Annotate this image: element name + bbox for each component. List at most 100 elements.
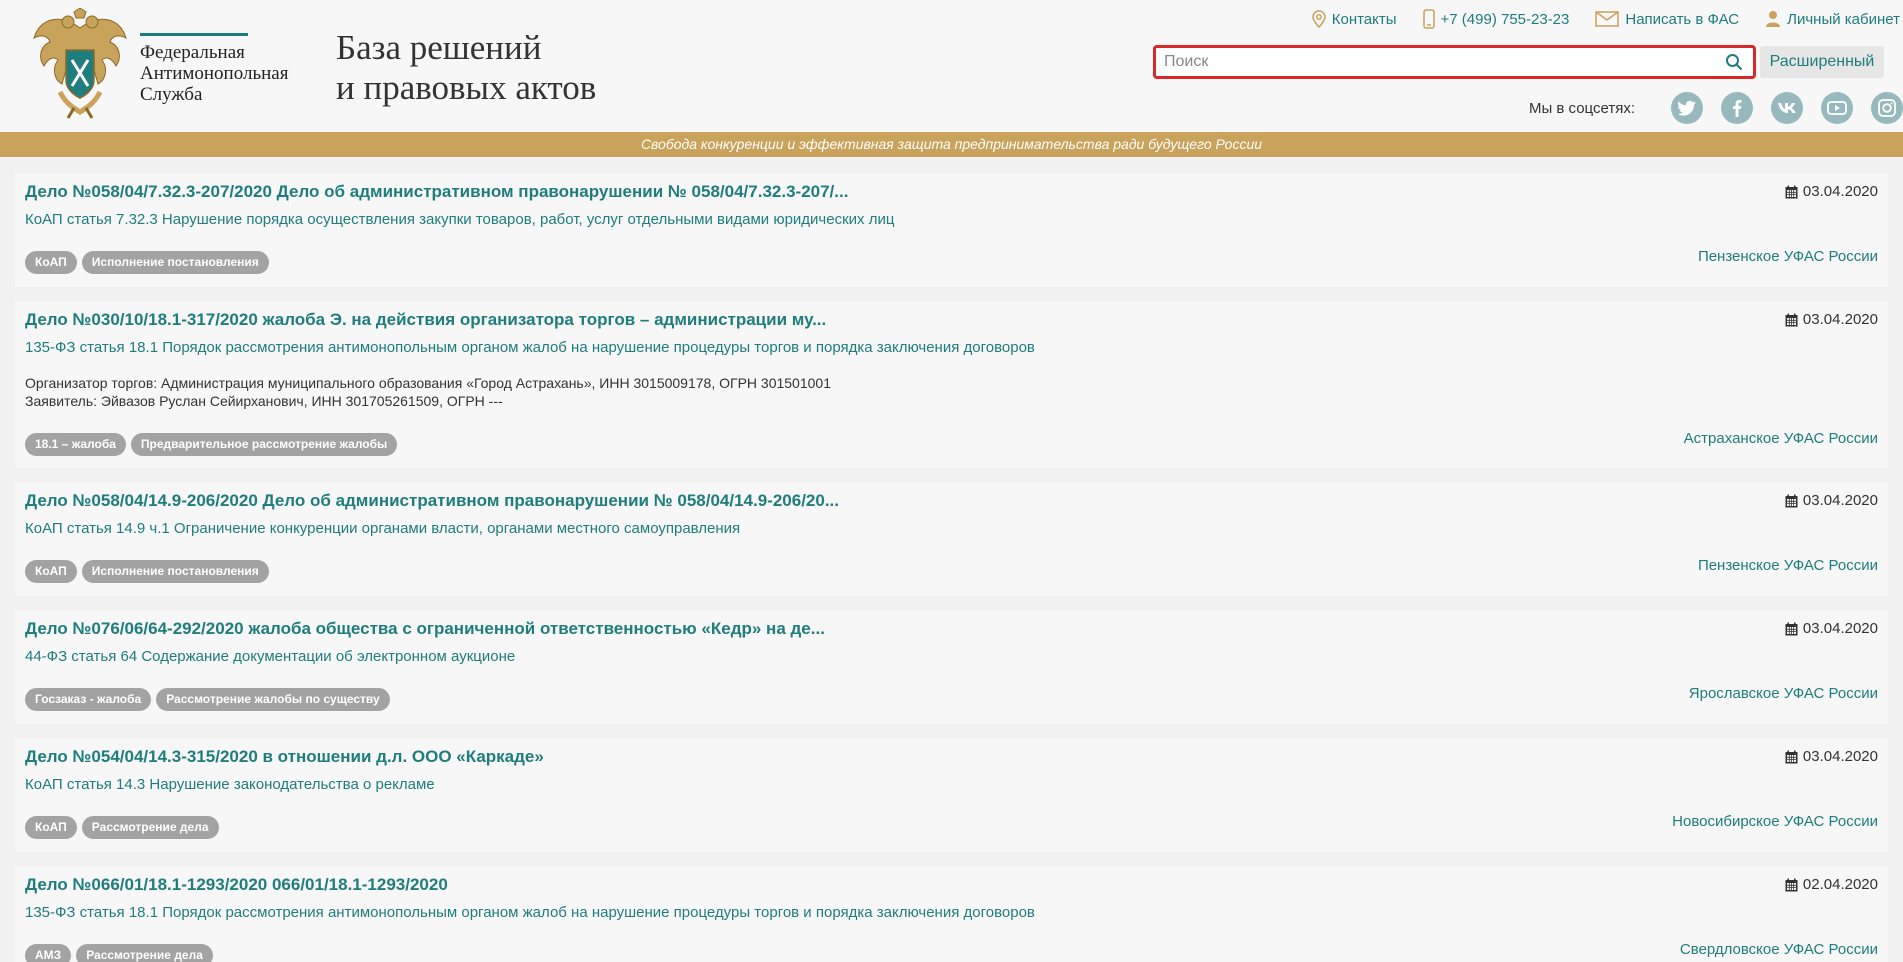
calendar-icon <box>1785 750 1798 764</box>
result-card: Дело №054/04/14.3-315/2020 в отношении д… <box>15 738 1888 852</box>
search-input[interactable] <box>1156 48 1716 76</box>
tag[interactable]: Рассмотрение дела <box>76 944 213 962</box>
tag[interactable]: Предварительное рассмотрение жалобы <box>130 433 398 456</box>
result-date: 03.04.2020 <box>1785 311 1878 328</box>
result-tags: КоАП Рассмотрение дела <box>25 816 224 839</box>
tag[interactable]: КоАП <box>25 560 77 583</box>
result-card: Дело №076/06/64-292/2020 жалоба общества… <box>15 610 1888 724</box>
result-region-link[interactable]: Пензенское УФАС России <box>1698 248 1878 265</box>
applicant-row: Заявитель: Эйвазов Руслан Сейирханович, … <box>25 392 831 410</box>
slogan-bar: Свобода конкуренции и эффективная защита… <box>0 132 1903 157</box>
result-details: Организатор торгов: Администрация муници… <box>25 374 831 410</box>
write-fas-link[interactable]: Написать в ФАС <box>1595 11 1739 28</box>
result-tags: 18.1 – жалоба Предварительное рассмотрен… <box>25 433 402 456</box>
twitter-icon[interactable] <box>1671 92 1703 124</box>
phone-link[interactable]: +7 (499) 755-23-23 <box>1422 9 1570 29</box>
result-region-link[interactable]: Пензенское УФАС России <box>1698 557 1878 574</box>
site-title-line: База решений <box>336 28 542 67</box>
contacts-label: Контакты <box>1331 10 1397 28</box>
result-subtitle-link[interactable]: КоАП статья 14.9 ч.1 Ограничение конкуре… <box>25 520 740 537</box>
search-icon[interactable] <box>1725 53 1743 76</box>
phone-label: +7 (499) 755-23-23 <box>1440 10 1570 28</box>
result-date-text: 02.04.2020 <box>1802 876 1878 893</box>
results-list: Дело №058/04/7.32.3-207/2020 Дело об адм… <box>15 173 1888 962</box>
applicant-value: Эйвазов Руслан Сейирханович, ИНН 3017052… <box>97 393 503 409</box>
result-subtitle-link[interactable]: 135-ФЗ статья 18.1 Порядок рассмотрения … <box>25 339 1035 356</box>
organizer-row: Организатор торгов: Администрация муници… <box>25 374 831 392</box>
tag[interactable]: Рассмотрение жалобы по существу <box>156 688 390 711</box>
location-pin-icon <box>1311 10 1326 28</box>
result-tags: КоАП Исполнение постановления <box>25 251 274 274</box>
calendar-icon <box>1785 494 1798 508</box>
result-tags: Госзаказ - жалоба Рассмотрение жалобы по… <box>25 688 395 711</box>
facebook-icon[interactable] <box>1721 92 1753 124</box>
social-label: Мы в соцсетях: <box>1528 99 1635 117</box>
personal-account-link[interactable]: Личный кабинет <box>1765 10 1900 28</box>
fas-emblem-logo[interactable] <box>30 8 130 120</box>
result-title-link[interactable]: Дело №076/06/64-292/2020 жалоба общества… <box>25 619 825 639</box>
social-links: Мы в соцсетях: <box>1529 92 1903 124</box>
result-date-text: 03.04.2020 <box>1802 311 1878 328</box>
tag[interactable]: КоАП <box>25 816 77 839</box>
youtube-icon[interactable] <box>1821 92 1853 124</box>
result-date-text: 03.04.2020 <box>1802 620 1878 637</box>
result-region-link[interactable]: Свердловское УФАС России <box>1680 941 1878 958</box>
organizer-value: Администрация муниципального образования… <box>157 375 831 391</box>
result-title-link[interactable]: Дело №058/04/7.32.3-207/2020 Дело об адм… <box>25 182 848 202</box>
applicant-label: Заявитель: <box>25 393 98 409</box>
site-title[interactable]: База решений и правовых актов <box>336 28 596 108</box>
vk-icon[interactable] <box>1771 92 1803 124</box>
org-name-line: Служба <box>140 84 203 105</box>
result-date-text: 03.04.2020 <box>1802 183 1878 200</box>
tag[interactable]: 18.1 – жалоба <box>25 433 126 456</box>
result-date: 03.04.2020 <box>1785 183 1878 200</box>
result-title-link[interactable]: Дело №066/01/18.1-1293/2020 066/01/18.1-… <box>25 875 448 895</box>
tag[interactable]: Госзаказ - жалоба <box>25 688 152 711</box>
tag[interactable]: КоАП <box>25 251 77 274</box>
result-region-link[interactable]: Новосибирское УФАС России <box>1672 813 1878 830</box>
contacts-link[interactable]: Контакты <box>1311 10 1397 28</box>
result-region-link[interactable]: Ярославское УФАС России <box>1689 685 1878 702</box>
calendar-icon <box>1785 878 1798 892</box>
result-subtitle-link[interactable]: 44-ФЗ статья 64 Содержание документации … <box>25 648 515 665</box>
advanced-search-button[interactable]: Расширенный <box>1760 46 1884 78</box>
result-date: 03.04.2020 <box>1785 748 1878 765</box>
result-card: Дело №030/10/18.1-317/2020 жалоба Э. на … <box>15 301 1888 468</box>
result-card: Дело №058/04/14.9-206/2020 Дело об админ… <box>15 482 1888 596</box>
result-subtitle-link[interactable]: КоАП статья 7.32.3 Нарушение порядка осу… <box>25 211 894 228</box>
tag[interactable]: Исполнение постановления <box>81 560 269 583</box>
result-title-link[interactable]: Дело №058/04/14.9-206/2020 Дело об админ… <box>25 491 839 511</box>
organizer-label: Организатор торгов: <box>25 375 158 391</box>
org-name-accent-bar <box>140 33 248 36</box>
instagram-icon[interactable] <box>1871 92 1903 124</box>
calendar-icon <box>1785 185 1798 199</box>
personal-account-label: Личный кабинет <box>1787 10 1900 28</box>
result-subtitle-link[interactable]: 135-ФЗ статья 18.1 Порядок рассмотрения … <box>25 904 1035 921</box>
result-date: 02.04.2020 <box>1785 876 1878 893</box>
result-tags: АМЗ Рассмотрение дела <box>25 944 218 962</box>
result-region-link[interactable]: Астраханское УФАС России <box>1684 430 1878 447</box>
calendar-icon <box>1785 622 1798 636</box>
org-name: Федеральная Антимонопольная Служба <box>140 42 288 105</box>
result-card: Дело №058/04/7.32.3-207/2020 Дело об адм… <box>15 173 1888 287</box>
calendar-icon <box>1785 313 1798 327</box>
user-icon <box>1765 10 1781 28</box>
tag[interactable]: Рассмотрение дела <box>81 816 219 839</box>
org-name-line: Федеральная <box>140 42 245 63</box>
result-title-link[interactable]: Дело №054/04/14.3-315/2020 в отношении д… <box>25 747 544 767</box>
tag[interactable]: АМЗ <box>25 944 72 962</box>
phone-icon <box>1422 9 1435 29</box>
result-date: 03.04.2020 <box>1785 492 1878 509</box>
envelope-icon <box>1595 11 1620 27</box>
result-subtitle-link[interactable]: КоАП статья 14.3 Нарушение законодательс… <box>25 776 435 793</box>
result-date: 03.04.2020 <box>1785 620 1878 637</box>
search-box <box>1153 45 1756 79</box>
result-title-link[interactable]: Дело №030/10/18.1-317/2020 жалоба Э. на … <box>25 310 826 330</box>
org-name-line: Антимонопольная <box>140 63 289 84</box>
result-card: Дело №066/01/18.1-1293/2020 066/01/18.1-… <box>15 866 1888 962</box>
tag[interactable]: Исполнение постановления <box>81 251 269 274</box>
write-fas-label: Написать в ФАС <box>1625 10 1740 28</box>
site-header: Федеральная Антимонопольная Служба База … <box>0 0 1903 132</box>
site-title-line: и правовых актов <box>336 68 597 107</box>
result-date-text: 03.04.2020 <box>1802 748 1878 765</box>
